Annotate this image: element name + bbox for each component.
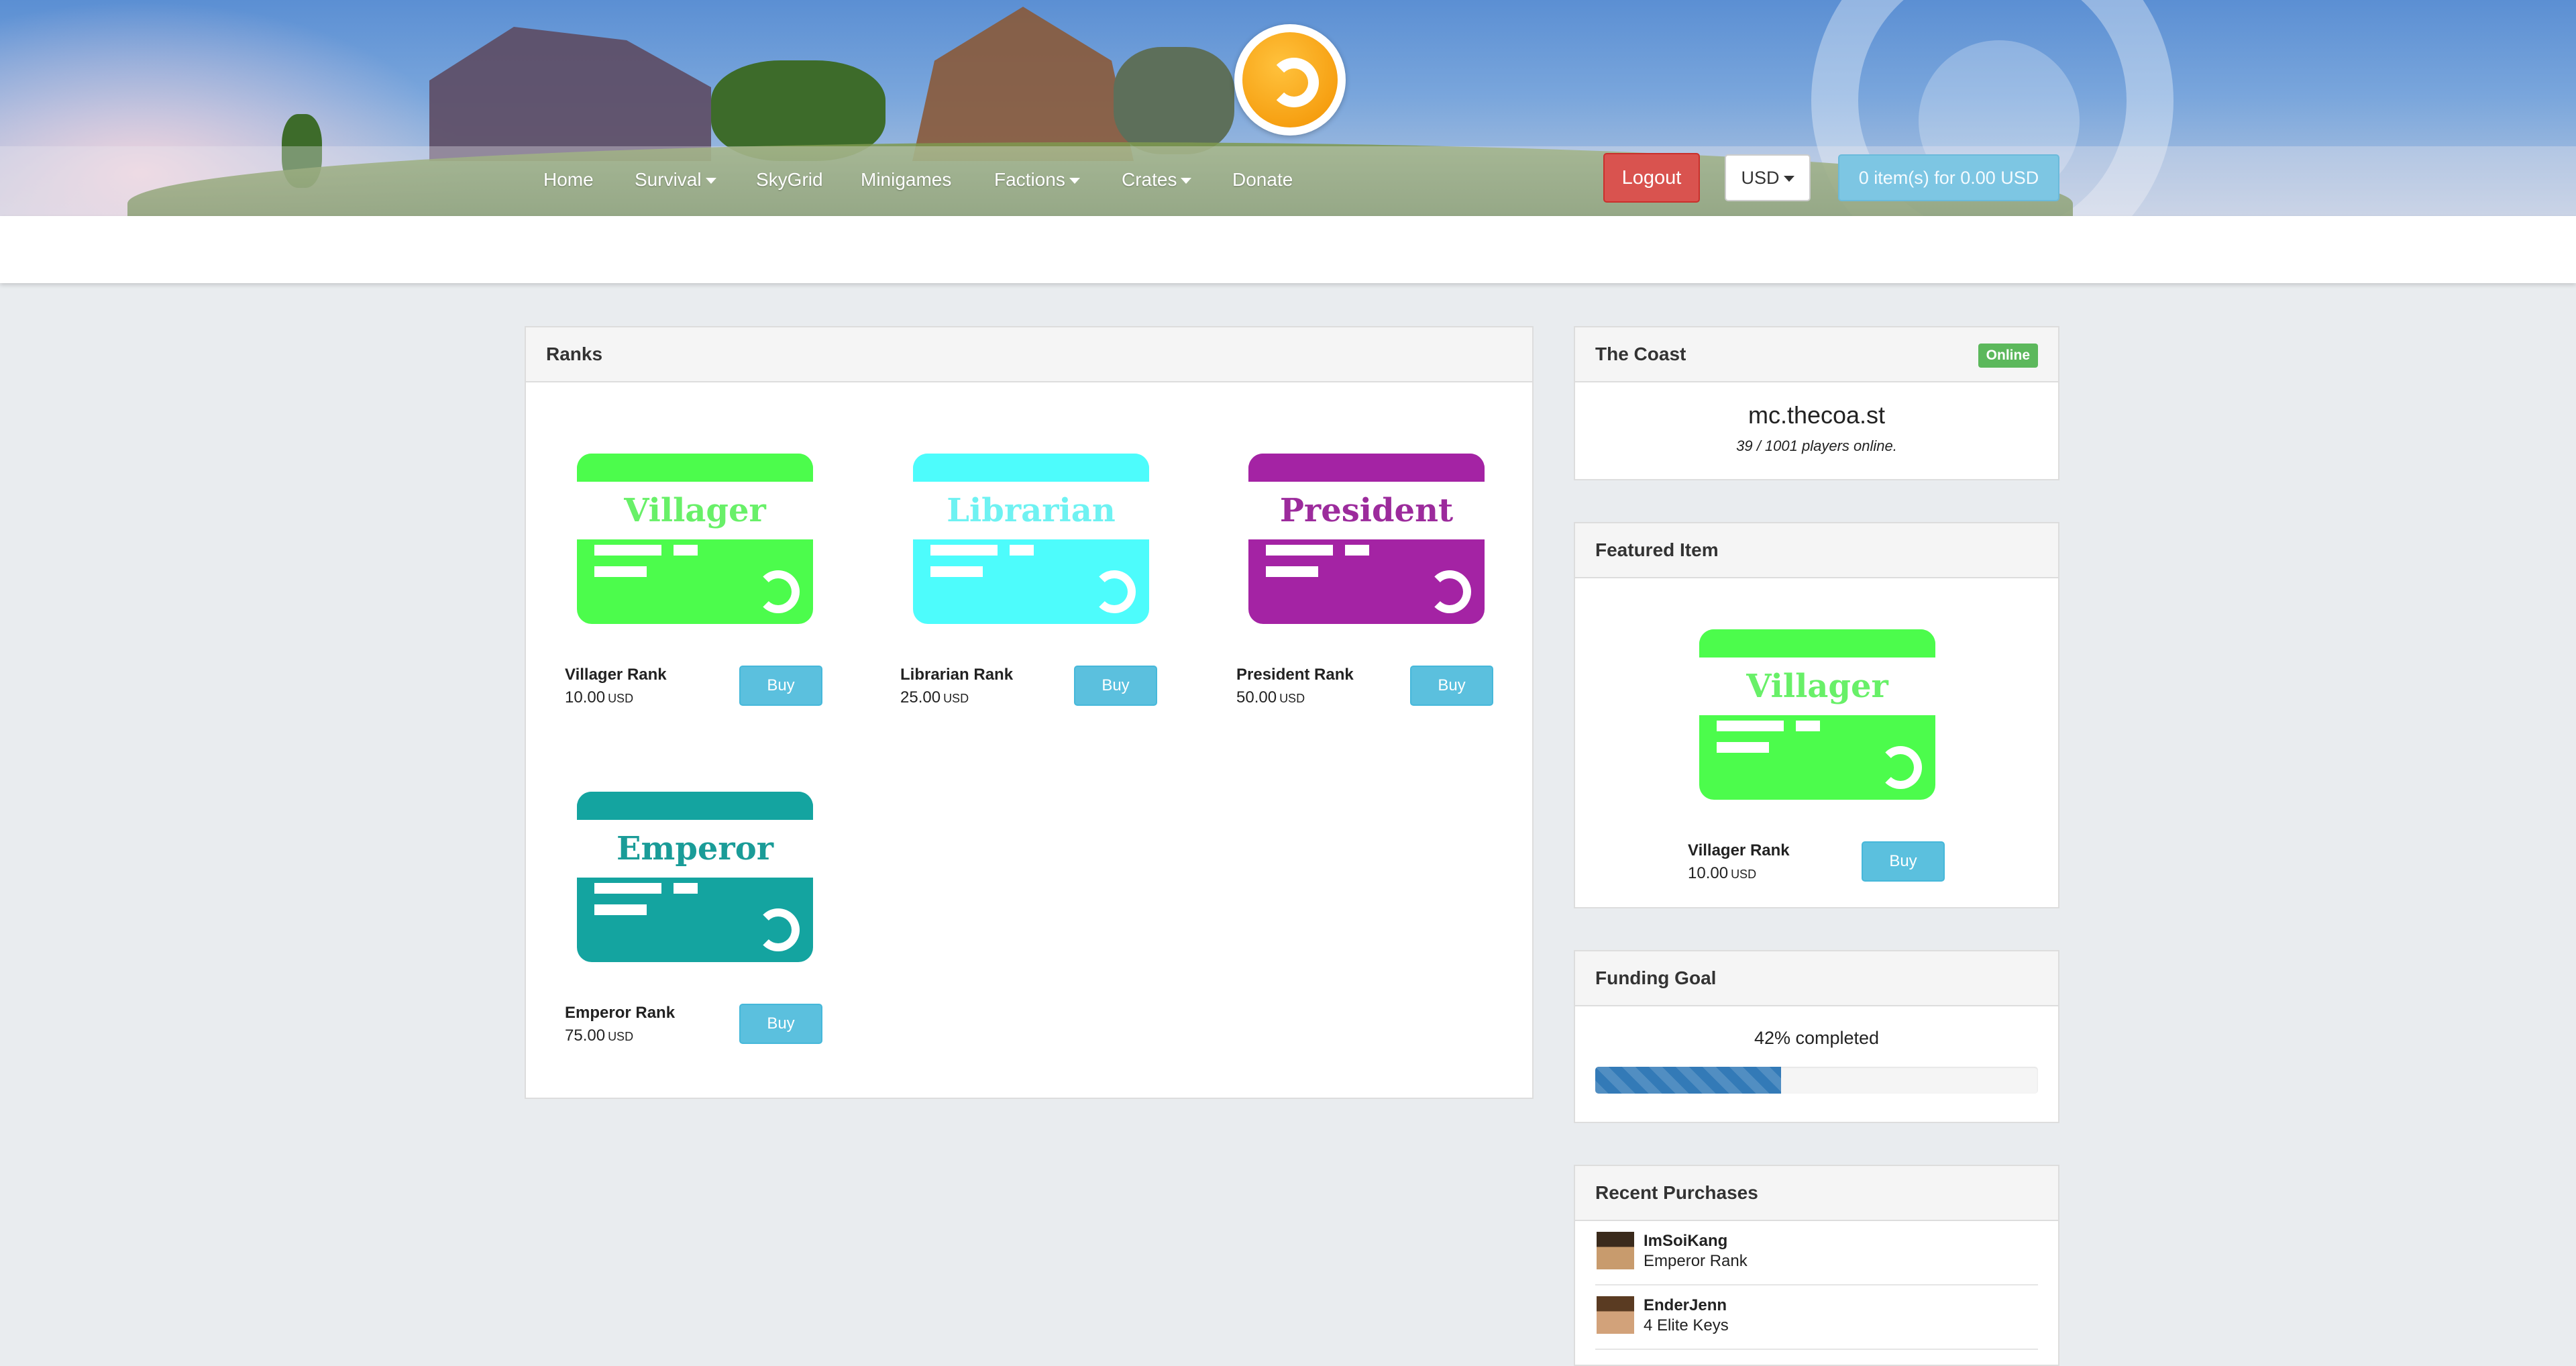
nav-crates[interactable]: Crates	[1122, 169, 1192, 191]
nav-home[interactable]: Home	[543, 169, 594, 191]
product-price: 50.00 USD	[1236, 688, 1305, 706]
list-item: ImSoiKang Emperor Rank	[1595, 1221, 2038, 1285]
product-name: President Rank	[1236, 666, 1354, 684]
buy-button[interactable]: Buy	[739, 666, 822, 706]
funding-progress-bar	[1595, 1067, 2038, 1094]
nav-donate[interactable]: Donate	[1232, 169, 1293, 191]
list-item: EnderJenn 4 Elite Keys	[1595, 1285, 2038, 1350]
product-card-image[interactable]: Emperor	[577, 792, 813, 962]
funding-progress-fill	[1595, 1067, 1782, 1094]
card-logo-icon	[757, 908, 800, 951]
nav-survival[interactable]: Survival	[635, 169, 716, 191]
banner-castle	[429, 27, 711, 161]
featured-product-name: Villager Rank	[1688, 841, 1790, 859]
buy-button[interactable]: Buy	[739, 1004, 822, 1044]
funding-percent: 42% completed	[1754, 1028, 1880, 1048]
buy-button[interactable]: Buy	[1074, 666, 1157, 706]
chevron-down-icon	[1069, 178, 1080, 185]
header-spacer-bar	[0, 216, 2576, 283]
featured-buy-button[interactable]: Buy	[1862, 841, 1945, 882]
recent-purchases-panel: Recent Purchases ImSoiKang Emperor Rank …	[1574, 1165, 2059, 1366]
nav-minigames[interactable]: Minigames	[861, 169, 951, 191]
product-name: Villager Rank	[565, 666, 667, 684]
card-title: Villager	[577, 482, 813, 539]
purchase-item: Emperor Rank	[1644, 1252, 1748, 1270]
product-name: Librarian Rank	[900, 666, 1014, 684]
card-title: Emperor	[577, 820, 813, 878]
nav-factions[interactable]: Factions	[994, 169, 1080, 191]
card-logo-icon	[1428, 570, 1471, 613]
card-logo-icon	[757, 570, 800, 613]
product-card-image[interactable]: Villager	[577, 454, 813, 624]
logout-button[interactable]: Logout	[1603, 153, 1700, 203]
chevron-down-icon	[705, 178, 716, 185]
nav-skygrid[interactable]: SkyGrid	[756, 169, 823, 191]
featured-product-price: 10.00 USD	[1688, 864, 1757, 882]
currency-select[interactable]: USD	[1725, 154, 1811, 201]
purchase-username: ImSoiKang	[1644, 1232, 1728, 1250]
product-price: 10.00 USD	[565, 688, 634, 706]
product-price: 25.00 USD	[900, 688, 969, 706]
recent-purchases-title: Recent Purchases	[1575, 1166, 2058, 1221]
logo-icon	[1242, 32, 1338, 127]
card-logo-icon	[1093, 570, 1136, 613]
card-header-strip	[577, 454, 813, 482]
chevron-down-icon	[1783, 176, 1794, 182]
product-price: 75.00 USD	[565, 1027, 634, 1045]
server-status-panel: The Coast Online mc.thecoa.st 39 / 1001 …	[1574, 326, 2059, 480]
funding-goal-panel: Funding Goal 42% completed	[1574, 950, 2059, 1123]
cart-button[interactable]: 0 item(s) for 0.00 USD	[1838, 154, 2059, 201]
product-card-image[interactable]: President	[1248, 454, 1485, 624]
ranks-panel-title: Ranks	[526, 327, 1532, 382]
product-card-image[interactable]: Librarian	[913, 454, 1149, 624]
avatar	[1597, 1296, 1634, 1334]
server-address[interactable]: mc.thecoa.st	[1575, 401, 2058, 429]
product-name: Emperor Rank	[565, 1004, 676, 1022]
banner-house	[912, 7, 1134, 161]
player-count: 39 / 1001 players online.	[1736, 437, 1897, 454]
featured-title: Featured Item	[1575, 523, 2058, 578]
banner-dome	[1114, 47, 1234, 154]
status-badge: Online	[1978, 344, 2038, 368]
card-logo-icon	[1879, 746, 1922, 789]
card-title: Villager	[1699, 658, 1935, 715]
chevron-down-icon	[1181, 178, 1192, 185]
purchase-username: EnderJenn	[1644, 1296, 1727, 1314]
buy-button[interactable]: Buy	[1410, 666, 1493, 706]
ranks-panel: Ranks	[525, 326, 1534, 1099]
funding-title: Funding Goal	[1575, 951, 2058, 1006]
site-logo[interactable]	[1234, 24, 1346, 136]
card-title: Librarian	[913, 482, 1149, 539]
avatar	[1597, 1232, 1634, 1269]
featured-card-image[interactable]: Villager	[1699, 629, 1935, 800]
card-title: President	[1248, 482, 1485, 539]
